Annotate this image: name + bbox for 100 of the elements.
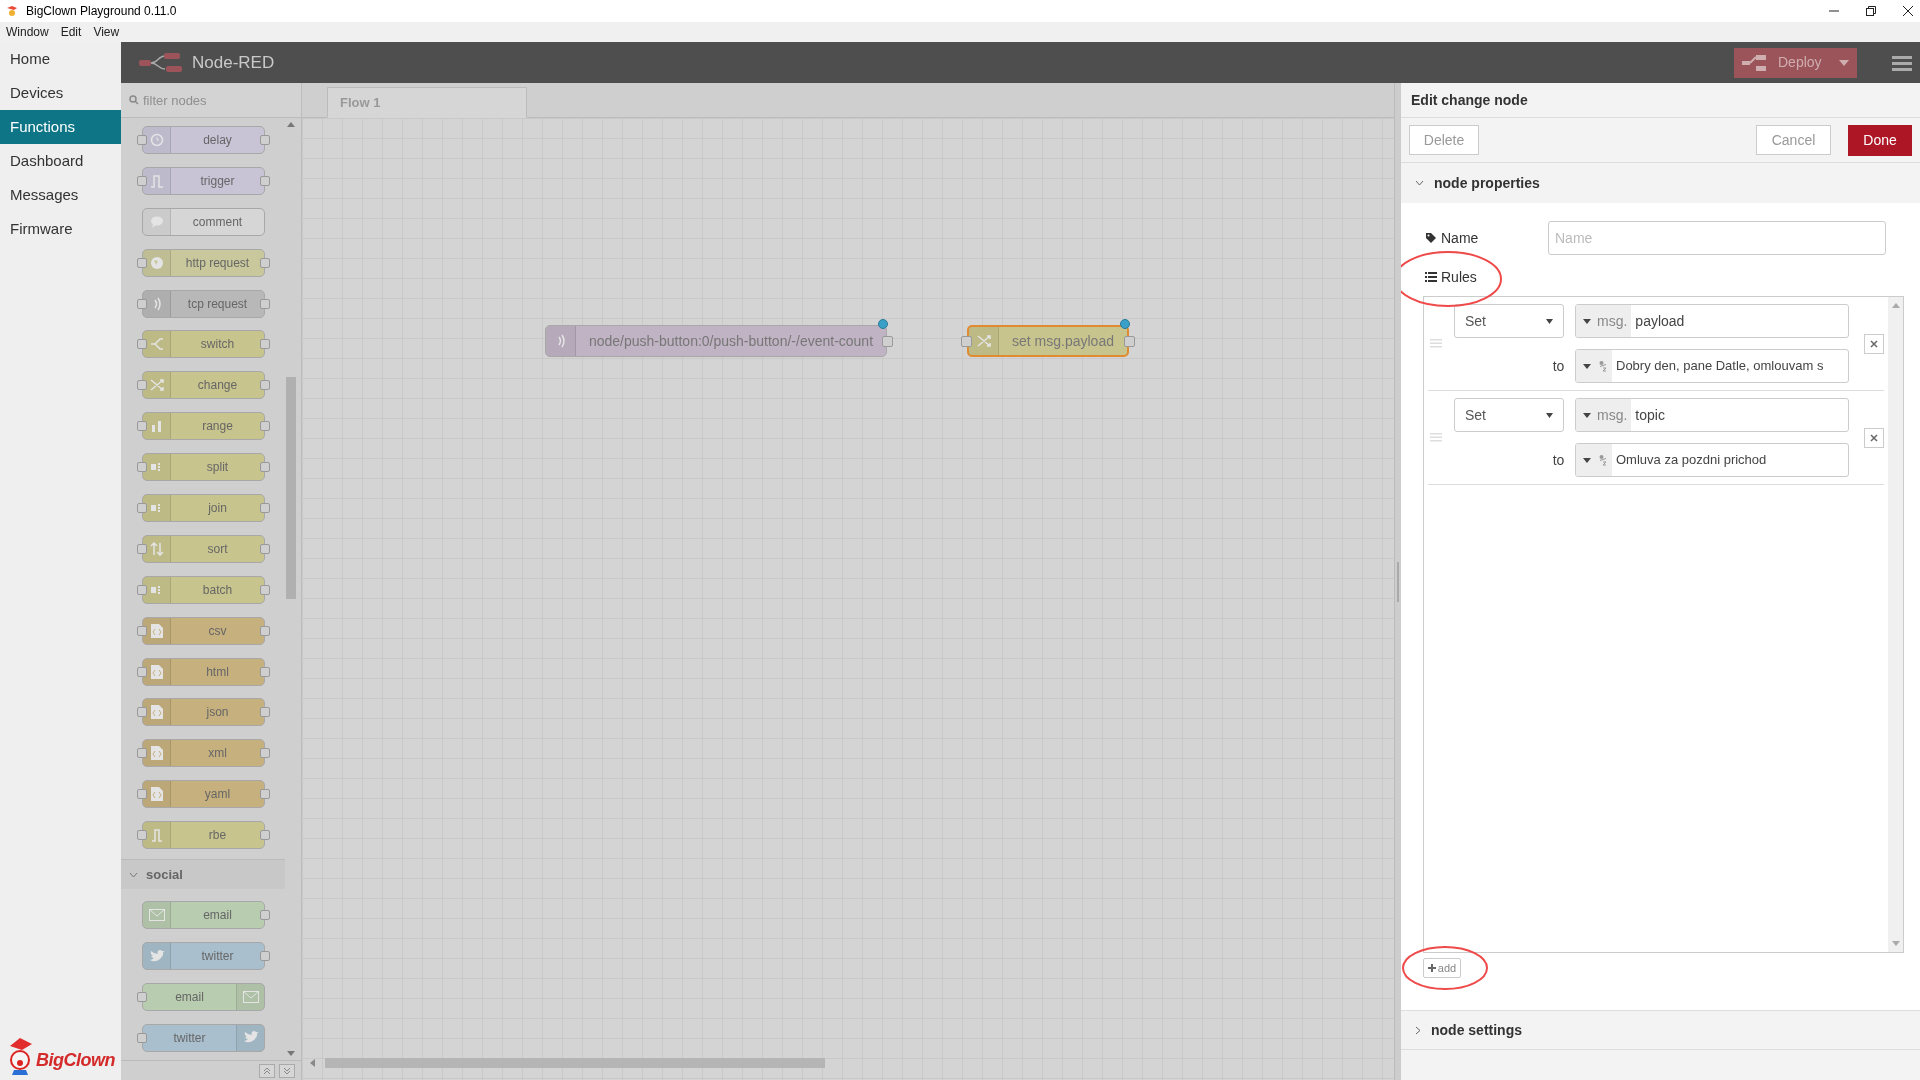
- node-port[interactable]: [137, 175, 147, 186]
- scroll-up-icon[interactable]: [1891, 303, 1900, 308]
- cancel-button[interactable]: Cancel: [1756, 125, 1831, 155]
- palette-node[interactable]: switch: [142, 330, 265, 359]
- palette-node[interactable]: csv: [142, 616, 265, 645]
- scroll-left-icon[interactable]: [310, 1059, 315, 1067]
- palette-node[interactable]: email: [142, 982, 265, 1011]
- palette-node[interactable]: delay: [142, 126, 265, 154]
- add-button[interactable]: add: [1423, 958, 1461, 978]
- node-port[interactable]: [137, 707, 147, 718]
- delete-button[interactable]: Delete: [1409, 125, 1479, 155]
- node-port[interactable]: [137, 830, 147, 841]
- node-port[interactable]: [260, 257, 270, 268]
- palette-node[interactable]: batch: [142, 575, 265, 604]
- node-port[interactable]: [260, 135, 270, 145]
- node-port[interactable]: [260, 707, 270, 718]
- node-port[interactable]: [137, 543, 147, 554]
- palette-node[interactable]: range: [142, 412, 265, 441]
- nav-item[interactable]: Dashboard: [0, 144, 121, 178]
- scroll-down-icon[interactable]: [287, 1051, 295, 1056]
- nav-item[interactable]: Messages: [0, 178, 121, 212]
- node-port[interactable]: [137, 257, 147, 268]
- nav-item[interactable]: Firmware: [0, 212, 121, 246]
- node-port[interactable]: [260, 339, 270, 350]
- nav-item[interactable]: Functions: [0, 110, 121, 144]
- expand-all-icon[interactable]: [279, 1063, 295, 1078]
- node-port[interactable]: [137, 421, 147, 432]
- value-field[interactable]: Omluva za pozdni prichod: [1575, 443, 1849, 477]
- value-field[interactable]: Dobry den, pane Datle, omlouvam s: [1575, 349, 1849, 383]
- node-port[interactable]: [137, 991, 147, 1002]
- node-port[interactable]: [137, 135, 147, 145]
- drag-handle-icon[interactable]: [1430, 433, 1442, 442]
- action-dropdown[interactable]: Set: [1454, 398, 1564, 432]
- name-field[interactable]: Name: [1548, 221, 1886, 255]
- node-port[interactable]: [260, 543, 270, 554]
- collapse-all-icon[interactable]: [259, 1063, 275, 1078]
- node-port[interactable]: [961, 336, 972, 347]
- drag-handle-icon[interactable]: [1430, 339, 1442, 348]
- node-port[interactable]: [137, 748, 147, 759]
- flow-node[interactable]: set msg.payload: [967, 325, 1129, 357]
- node-port[interactable]: [1124, 336, 1135, 347]
- palette-node[interactable]: yaml: [142, 780, 265, 809]
- node-port[interactable]: [137, 462, 147, 473]
- palette-node[interactable]: sort: [142, 534, 265, 563]
- scroll-down-icon[interactable]: [1891, 941, 1900, 946]
- node-port[interactable]: [137, 584, 147, 595]
- palette-node[interactable]: xml: [142, 739, 265, 768]
- node-port[interactable]: [137, 789, 147, 800]
- palette-node[interactable]: html: [142, 657, 265, 686]
- node-port[interactable]: [260, 503, 270, 513]
- close-icon[interactable]: [1902, 5, 1914, 17]
- flow-node[interactable]: node/push-button:0/push-button/-/event-count: [545, 325, 887, 357]
- nav-item[interactable]: Home: [0, 42, 121, 76]
- node-port[interactable]: [137, 625, 147, 636]
- node-port[interactable]: [260, 462, 270, 473]
- node-port[interactable]: [882, 336, 893, 347]
- section-header[interactable]: node settings: [1401, 1010, 1920, 1050]
- property-field[interactable]: msg. payload: [1575, 304, 1849, 338]
- category-header[interactable]: social: [121, 859, 285, 890]
- menu-item[interactable]: View: [93, 23, 120, 41]
- nav-item[interactable]: Devices: [0, 76, 121, 110]
- node-port[interactable]: [260, 910, 270, 921]
- node-port[interactable]: [137, 1032, 147, 1043]
- splitter-handle[interactable]: [1394, 83, 1400, 1080]
- menu-item[interactable]: Window: [6, 23, 49, 41]
- node-port[interactable]: [137, 503, 147, 513]
- palette-node[interactable]: twitter: [142, 942, 265, 971]
- palette-node[interactable]: join: [142, 494, 265, 522]
- node-port[interactable]: [137, 298, 147, 309]
- node-port[interactable]: [260, 789, 270, 800]
- deploy-button[interactable]: Deploy: [1734, 47, 1857, 78]
- palette-node[interactable]: comment: [142, 207, 265, 236]
- scrollbar-thumb[interactable]: [286, 377, 296, 599]
- palette-node[interactable]: tcp request: [142, 289, 265, 318]
- menu-item[interactable]: Edit: [60, 23, 82, 41]
- node-port[interactable]: [260, 584, 270, 595]
- node-port[interactable]: [260, 298, 270, 309]
- palette-node[interactable]: rbe: [142, 821, 265, 850]
- node-port[interactable]: [260, 380, 270, 391]
- node-port[interactable]: [260, 830, 270, 841]
- palette-node[interactable]: trigger: [142, 166, 265, 195]
- scroll-up-icon[interactable]: [287, 122, 295, 127]
- node-port[interactable]: [137, 380, 147, 391]
- flow-tab[interactable]: Flow 1: [327, 87, 527, 118]
- filter-field[interactable]: filter nodes: [121, 83, 301, 118]
- node-port[interactable]: [260, 748, 270, 759]
- palette-node[interactable]: split: [142, 453, 265, 482]
- node-port[interactable]: [260, 951, 270, 962]
- node-port[interactable]: [260, 666, 270, 677]
- done-button[interactable]: Done: [1848, 124, 1912, 156]
- palette-node[interactable]: http request: [142, 248, 265, 277]
- restore-icon[interactable]: [1865, 5, 1877, 17]
- node-port[interactable]: [260, 175, 270, 186]
- menu-icon[interactable]: [1892, 54, 1912, 71]
- property-field[interactable]: msg. topic: [1575, 398, 1849, 432]
- action-dropdown[interactable]: Set: [1454, 304, 1564, 338]
- scrollbar-thumb[interactable]: [325, 1058, 825, 1068]
- palette-node[interactable]: change: [142, 371, 265, 400]
- node-port[interactable]: [260, 421, 270, 432]
- node-port[interactable]: [137, 339, 147, 350]
